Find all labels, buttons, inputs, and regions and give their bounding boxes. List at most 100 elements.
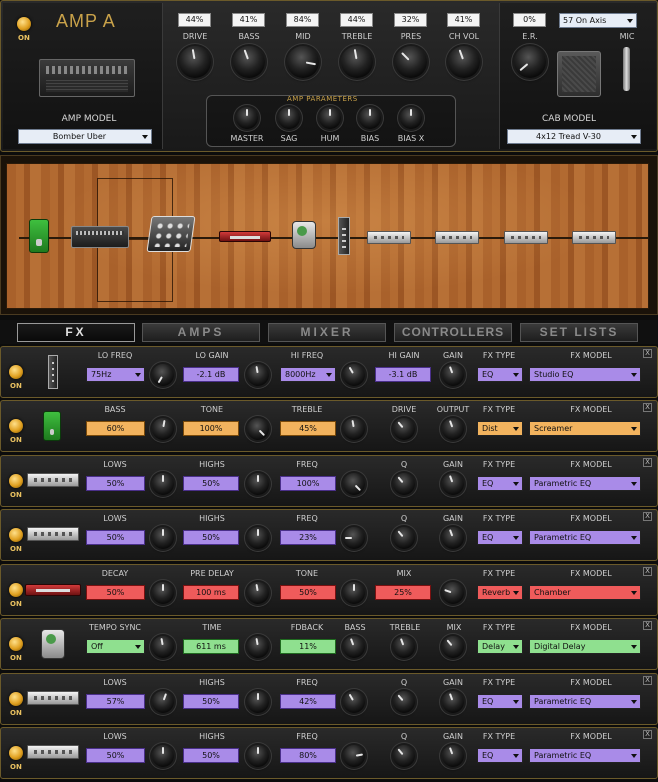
cab-model-dropdown[interactable]: 4x12 Tread V-30 (507, 129, 641, 144)
fx-model-dropdown[interactable]: Parametric EQ (529, 694, 641, 709)
chain-parametric-eq-1[interactable] (367, 231, 411, 244)
highs-knob[interactable] (247, 527, 269, 549)
fx-power-button[interactable] (9, 474, 23, 488)
bass-knob[interactable] (233, 46, 265, 78)
chain-reverb-rack[interactable] (219, 231, 271, 242)
hi-freq-dropdown[interactable]: 8000Hz (280, 367, 336, 382)
treble-knob[interactable] (393, 636, 415, 658)
lows-knob[interactable] (152, 527, 174, 549)
lo-gain-knob[interactable] (247, 364, 269, 386)
freq-knob[interactable] (343, 745, 365, 767)
highs-knob[interactable] (247, 745, 269, 767)
drive-knob[interactable] (393, 418, 415, 440)
time-knob[interactable] (247, 636, 269, 658)
tab-fx[interactable]: FX (17, 323, 135, 342)
pres-knob[interactable] (395, 46, 427, 78)
gain-knob[interactable] (442, 691, 464, 713)
drive-knob[interactable] (179, 46, 211, 78)
fx-type-dropdown[interactable]: EQ (477, 530, 523, 545)
chain-parametric-eq-4[interactable] (572, 231, 616, 244)
er-knob[interactable] (514, 46, 546, 78)
amp-power-button[interactable] (17, 17, 31, 31)
chain-amp-head[interactable] (71, 226, 129, 248)
hi-freq-knob[interactable] (343, 364, 365, 386)
close-icon[interactable]: X (643, 403, 652, 412)
fx-type-dropdown[interactable]: Reverb (477, 585, 523, 600)
tempo-knob[interactable] (152, 636, 174, 658)
tone-knob[interactable] (247, 418, 269, 440)
master-knob[interactable] (236, 107, 258, 129)
fx-model-dropdown[interactable]: Screamer (529, 421, 641, 436)
highs-knob[interactable] (247, 691, 269, 713)
fx-power-button[interactable] (9, 746, 23, 760)
mic-position-dropdown[interactable]: 57 On Axis (559, 13, 637, 28)
fx-type-dropdown[interactable]: EQ (477, 367, 523, 382)
freq-knob[interactable] (343, 473, 365, 495)
tempo-sync-dropdown[interactable]: Off (86, 639, 145, 654)
tab-set-lists[interactable]: SET LISTS (520, 323, 638, 342)
chain-screamer-pedal[interactable] (29, 219, 49, 253)
q-knob[interactable] (393, 691, 415, 713)
close-icon[interactable]: X (643, 512, 652, 521)
chain-parametric-eq-2[interactable] (435, 231, 479, 244)
close-icon[interactable]: X (643, 621, 652, 630)
fx-power-button[interactable] (9, 419, 23, 433)
fx-model-dropdown[interactable]: Parametric EQ (529, 748, 641, 763)
chain-delay-pedal[interactable] (292, 221, 316, 249)
fx-power-button[interactable] (9, 637, 23, 651)
lows-knob[interactable] (152, 745, 174, 767)
freq-knob[interactable] (343, 691, 365, 713)
treble-knob[interactable] (341, 46, 373, 78)
bass-knob[interactable] (343, 636, 365, 658)
mix-knob[interactable] (442, 636, 464, 658)
mid-knob[interactable] (287, 46, 319, 78)
treble-knob[interactable] (343, 418, 365, 440)
fx-type-dropdown[interactable]: Delay (477, 639, 523, 654)
mix-knob[interactable] (442, 582, 464, 604)
lo-freq-dropdown[interactable]: 75Hz (86, 367, 145, 382)
q-knob[interactable] (393, 527, 415, 549)
fx-model-dropdown[interactable]: Parametric EQ (529, 530, 641, 545)
tab-amps[interactable]: AMPS (142, 323, 260, 342)
freq-knob[interactable] (343, 527, 365, 549)
gain-knob[interactable] (442, 745, 464, 767)
fx-power-button[interactable] (9, 692, 23, 706)
fx-model-dropdown[interactable]: Parametric EQ (529, 476, 641, 491)
fx-type-dropdown[interactable]: Dist (477, 421, 523, 436)
chain-studio-eq-unit[interactable] (338, 217, 350, 255)
lows-knob[interactable] (152, 473, 174, 495)
q-knob[interactable] (393, 745, 415, 767)
hum-knob[interactable] (319, 107, 341, 129)
amp-model-dropdown[interactable]: Bomber Uber (18, 129, 152, 144)
fx-model-dropdown[interactable]: Chamber (529, 585, 641, 600)
chain-parametric-eq-3[interactable] (504, 231, 548, 244)
gain-knob[interactable] (442, 364, 464, 386)
fx-power-button[interactable] (9, 528, 23, 542)
q-knob[interactable] (393, 473, 415, 495)
pre-delay-knob[interactable] (247, 582, 269, 604)
output-knob[interactable] (442, 418, 464, 440)
fx-power-button[interactable] (9, 583, 23, 597)
gain-knob[interactable] (442, 473, 464, 495)
highs-knob[interactable] (247, 473, 269, 495)
fx-model-dropdown[interactable]: Studio EQ (529, 367, 641, 382)
tab-mixer[interactable]: MIXER (268, 323, 386, 342)
tab-controllers[interactable]: CONTROLLERS (394, 323, 512, 342)
ch-vol-knob[interactable] (448, 46, 480, 78)
lo-freq-knob[interactable] (152, 364, 174, 386)
decay-knob[interactable] (152, 582, 174, 604)
chain-mixer-unit[interactable] (146, 216, 196, 252)
fx-model-dropdown[interactable]: Digital Delay (529, 639, 641, 654)
bias-x-knob[interactable] (400, 107, 422, 129)
close-icon[interactable]: X (643, 349, 652, 358)
gain-knob[interactable] (442, 527, 464, 549)
bass-knob[interactable] (152, 418, 174, 440)
fx-type-dropdown[interactable]: EQ (477, 476, 523, 491)
close-icon[interactable]: X (643, 458, 652, 467)
close-icon[interactable]: X (643, 730, 652, 739)
tone-knob[interactable] (343, 582, 365, 604)
bias-knob[interactable] (359, 107, 381, 129)
sag-knob[interactable] (278, 107, 300, 129)
microphone-image[interactable] (623, 47, 630, 91)
fx-power-button[interactable] (9, 365, 23, 379)
